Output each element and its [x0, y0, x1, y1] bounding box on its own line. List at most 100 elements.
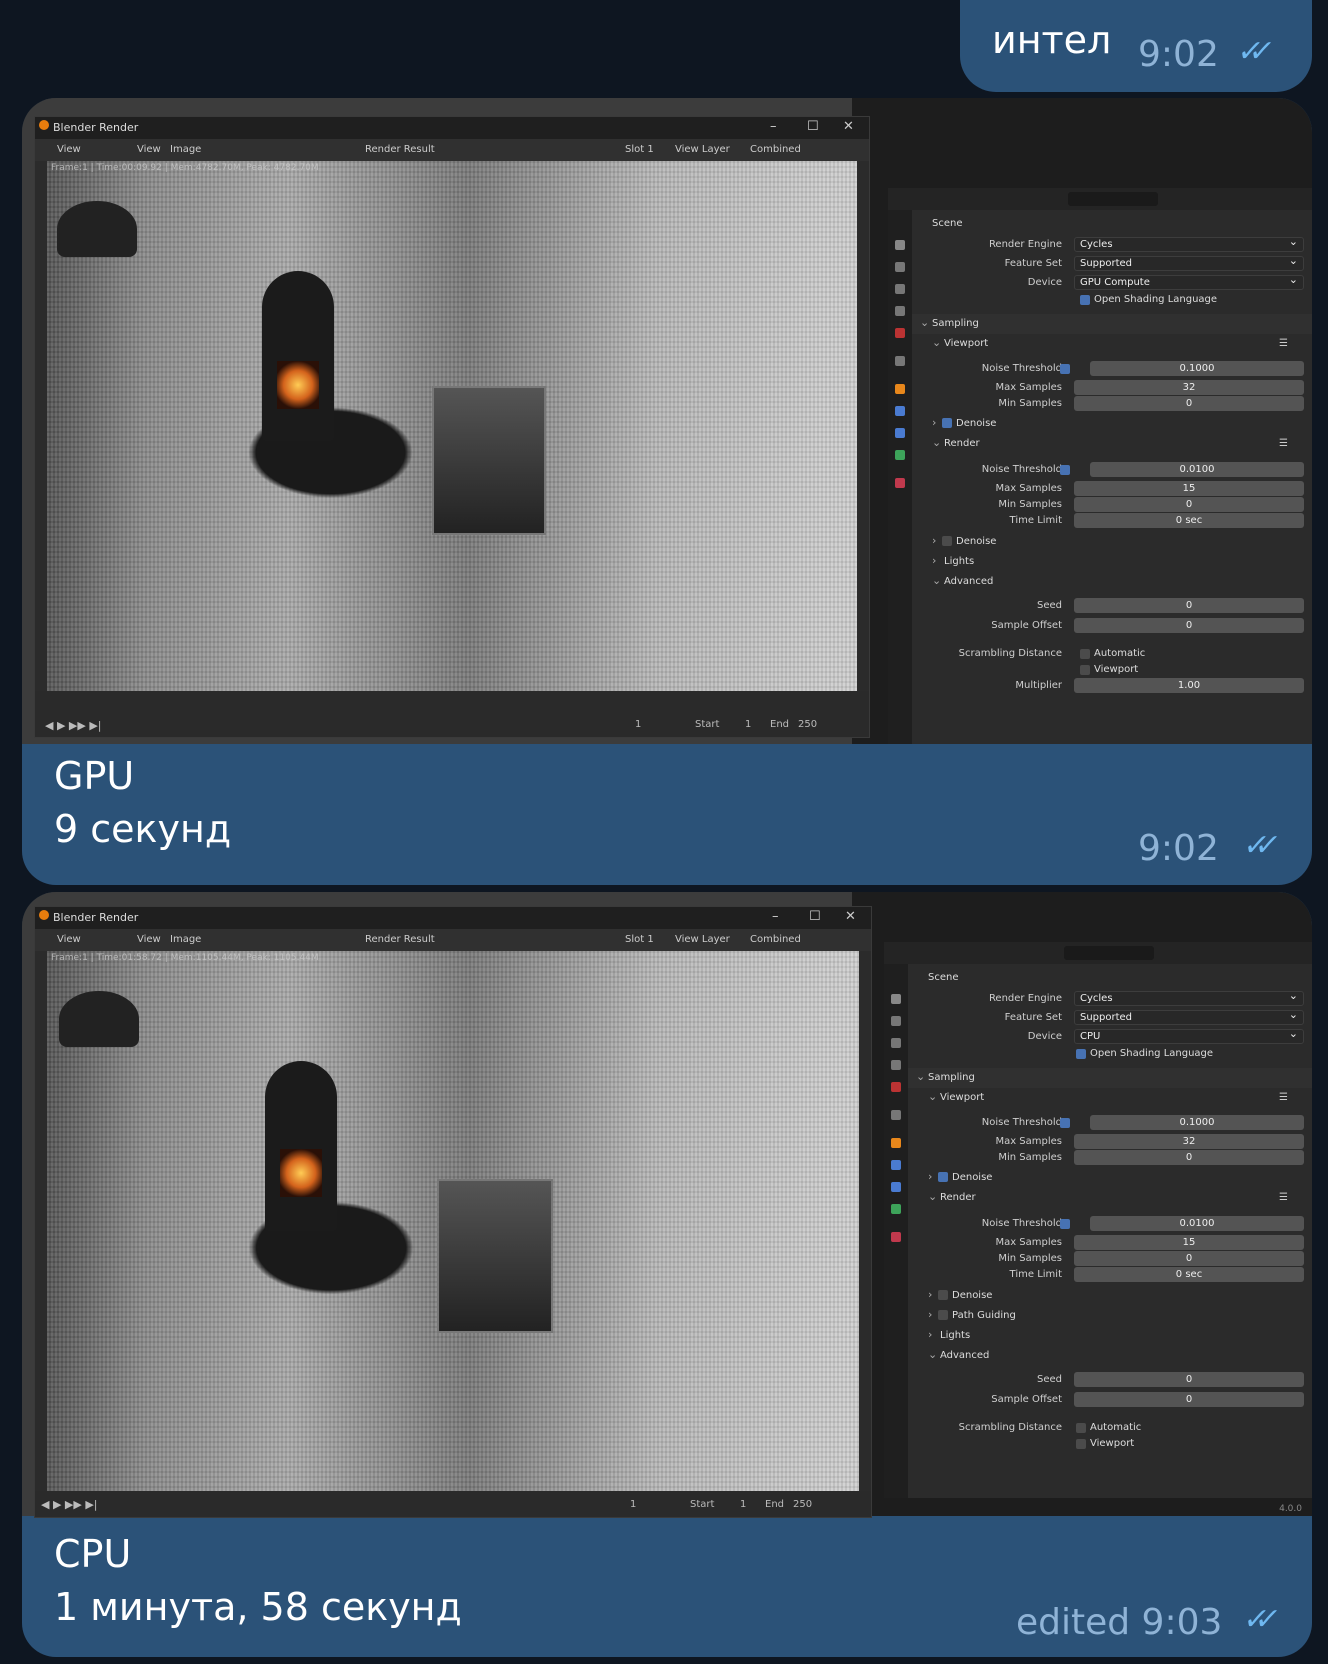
seed-field[interactable]: 0 — [1074, 598, 1304, 613]
presets-list-icon[interactable]: ☰ — [1279, 1092, 1288, 1103]
vp-denoise-subsection[interactable]: › Denoise — [912, 414, 1312, 434]
noise-threshold-checkbox[interactable] — [1060, 364, 1070, 374]
view-layer-tab-icon[interactable] — [895, 284, 905, 294]
multiplier-field[interactable]: 1.00 — [1074, 678, 1304, 693]
playback-controls-icon[interactable]: ◀ ▶ ▶▶ ▶| — [41, 1498, 98, 1511]
vp-min-samples-field[interactable]: 0 — [1074, 1150, 1304, 1165]
screenshot-image[interactable]: Blender Render – ☐ ✕ View View Image Ren… — [22, 98, 1312, 744]
message-bubble-cpu[interactable]: Blender Render – ☐ ✕ View View Image Ren… — [22, 892, 1312, 1657]
osl-checkbox[interactable] — [1076, 1049, 1086, 1059]
vp-min-samples-field[interactable]: 0 — [1074, 396, 1304, 411]
view-layer-select[interactable]: View Layer — [675, 144, 730, 155]
lights-subsection[interactable]: › Lights — [912, 552, 1312, 572]
presets-list-icon[interactable]: ☰ — [1279, 338, 1288, 349]
render-presets-list-icon[interactable]: ☰ — [1279, 1192, 1288, 1203]
scene-tab-icon[interactable] — [891, 1060, 901, 1070]
time-limit-field[interactable]: 0 sec — [1074, 513, 1304, 528]
r-noise-threshold-checkbox[interactable] — [1060, 1219, 1070, 1229]
menu-view-2[interactable]: View — [137, 144, 161, 155]
vp-max-samples-field[interactable]: 32 — [1074, 1134, 1304, 1149]
collection-tab-icon[interactable] — [895, 356, 905, 366]
feature-set-select[interactable]: Supported — [1074, 1008, 1304, 1025]
minimize-icon[interactable]: – — [772, 909, 779, 924]
start-value[interactable]: 1 — [740, 1499, 746, 1510]
device-select[interactable]: CPU — [1074, 1027, 1304, 1044]
sampling-section[interactable]: ⌄ Sampling — [908, 1068, 1312, 1088]
device-select[interactable]: GPU Compute — [1074, 273, 1304, 290]
automatic-checkbox[interactable] — [1080, 649, 1090, 659]
r-denoise-subsection[interactable]: › Denoise — [908, 1286, 1312, 1306]
path-guiding-subsection[interactable]: › Path Guiding — [908, 1306, 1312, 1326]
r-noise-threshold-checkbox[interactable] — [1060, 465, 1070, 475]
world-tab-icon[interactable] — [891, 1082, 901, 1092]
material-tab-icon[interactable] — [891, 1232, 901, 1242]
properties-search-input[interactable] — [1068, 192, 1158, 206]
sample-offset-field[interactable]: 0 — [1074, 1392, 1304, 1407]
view-layer-select[interactable]: View Layer — [675, 934, 730, 945]
maximize-icon[interactable]: ☐ — [807, 119, 819, 134]
sample-offset-field[interactable]: 0 — [1074, 618, 1304, 633]
vp-max-samples-field[interactable]: 32 — [1074, 380, 1304, 395]
data-tab-icon[interactable] — [895, 450, 905, 460]
menu-image[interactable]: Image — [170, 144, 201, 155]
osl-checkbox[interactable] — [1080, 295, 1090, 305]
object-tab-icon[interactable] — [895, 384, 905, 394]
r-max-samples-field[interactable]: 15 — [1074, 481, 1304, 496]
vp-denoise-subsection[interactable]: › Denoise — [908, 1168, 1312, 1188]
maximize-icon[interactable]: ☐ — [809, 909, 821, 924]
r-noise-threshold-field[interactable]: 0.0100 — [1090, 462, 1304, 477]
render-result-field[interactable]: Render Result — [365, 934, 435, 945]
menu-view-1[interactable]: View — [57, 934, 81, 945]
data-tab-icon[interactable] — [891, 1204, 901, 1214]
sampling-section[interactable]: ⌄ Sampling — [912, 314, 1312, 334]
advanced-subsection[interactable]: ⌄ Advanced — [912, 572, 1312, 592]
menu-image[interactable]: Image — [170, 934, 201, 945]
r-min-samples-field[interactable]: 0 — [1074, 497, 1304, 512]
scrambling-viewport-checkbox[interactable] — [1076, 1439, 1086, 1449]
playback-controls-icon[interactable]: ◀ ▶ ▶▶ ▶| — [45, 719, 102, 732]
time-limit-field[interactable]: 0 sec — [1074, 1267, 1304, 1282]
advanced-subsection[interactable]: ⌄ Advanced — [908, 1346, 1312, 1366]
current-frame[interactable]: 1 — [635, 719, 641, 730]
noise-threshold-checkbox[interactable] — [1060, 1118, 1070, 1128]
physics-tab-icon[interactable] — [895, 428, 905, 438]
viewport-subsection[interactable]: ⌄ Viewport ☰ — [908, 1088, 1312, 1108]
output-tab-icon[interactable] — [891, 1016, 901, 1026]
close-icon[interactable]: ✕ — [845, 909, 856, 924]
message-bubble-intel[interactable]: интел 9:02 ✓✓ — [960, 0, 1312, 92]
vp-noise-threshold-field[interactable]: 0.1000 — [1090, 1115, 1304, 1130]
pass-select[interactable]: Combined — [750, 934, 801, 945]
modifiers-tab-icon[interactable] — [891, 1160, 901, 1170]
object-tab-icon[interactable] — [891, 1138, 901, 1148]
scrambling-viewport-checkbox[interactable] — [1080, 665, 1090, 675]
current-frame[interactable]: 1 — [630, 1499, 636, 1510]
scene-tab-icon[interactable] — [895, 306, 905, 316]
slot-select[interactable]: Slot 1 — [625, 144, 654, 155]
slot-select[interactable]: Slot 1 — [625, 934, 654, 945]
render-subsection[interactable]: ⌄ Render ☰ — [912, 434, 1312, 454]
end-value[interactable]: 250 — [793, 1499, 812, 1510]
vp-denoise-checkbox[interactable] — [938, 1172, 948, 1182]
render-engine-select[interactable]: Cycles — [1074, 235, 1304, 252]
path-guiding-checkbox[interactable] — [938, 1310, 948, 1320]
close-icon[interactable]: ✕ — [843, 119, 854, 134]
render-engine-select[interactable]: Cycles — [1074, 989, 1304, 1006]
collection-tab-icon[interactable] — [891, 1110, 901, 1120]
render-presets-list-icon[interactable]: ☰ — [1279, 438, 1288, 449]
render-tab-icon[interactable] — [891, 994, 901, 1004]
minimize-icon[interactable]: – — [770, 119, 777, 134]
vp-noise-threshold-field[interactable]: 0.1000 — [1090, 361, 1304, 376]
r-denoise-checkbox[interactable] — [938, 1290, 948, 1300]
screenshot-image[interactable]: Blender Render – ☐ ✕ View View Image Ren… — [22, 892, 1312, 1518]
render-subsection[interactable]: ⌄ Render ☰ — [908, 1188, 1312, 1208]
viewport-subsection[interactable]: ⌄ Viewport ☰ — [912, 334, 1312, 354]
r-denoise-subsection[interactable]: › Denoise — [912, 532, 1312, 552]
r-min-samples-field[interactable]: 0 — [1074, 1251, 1304, 1266]
properties-search-input[interactable] — [1064, 946, 1154, 960]
message-bubble-gpu[interactable]: Blender Render – ☐ ✕ View View Image Ren… — [22, 98, 1312, 885]
render-tab-icon[interactable] — [895, 240, 905, 250]
feature-set-select[interactable]: Supported — [1074, 254, 1304, 271]
view-layer-tab-icon[interactable] — [891, 1038, 901, 1048]
start-value[interactable]: 1 — [745, 719, 751, 730]
seed-field[interactable]: 0 — [1074, 1372, 1304, 1387]
